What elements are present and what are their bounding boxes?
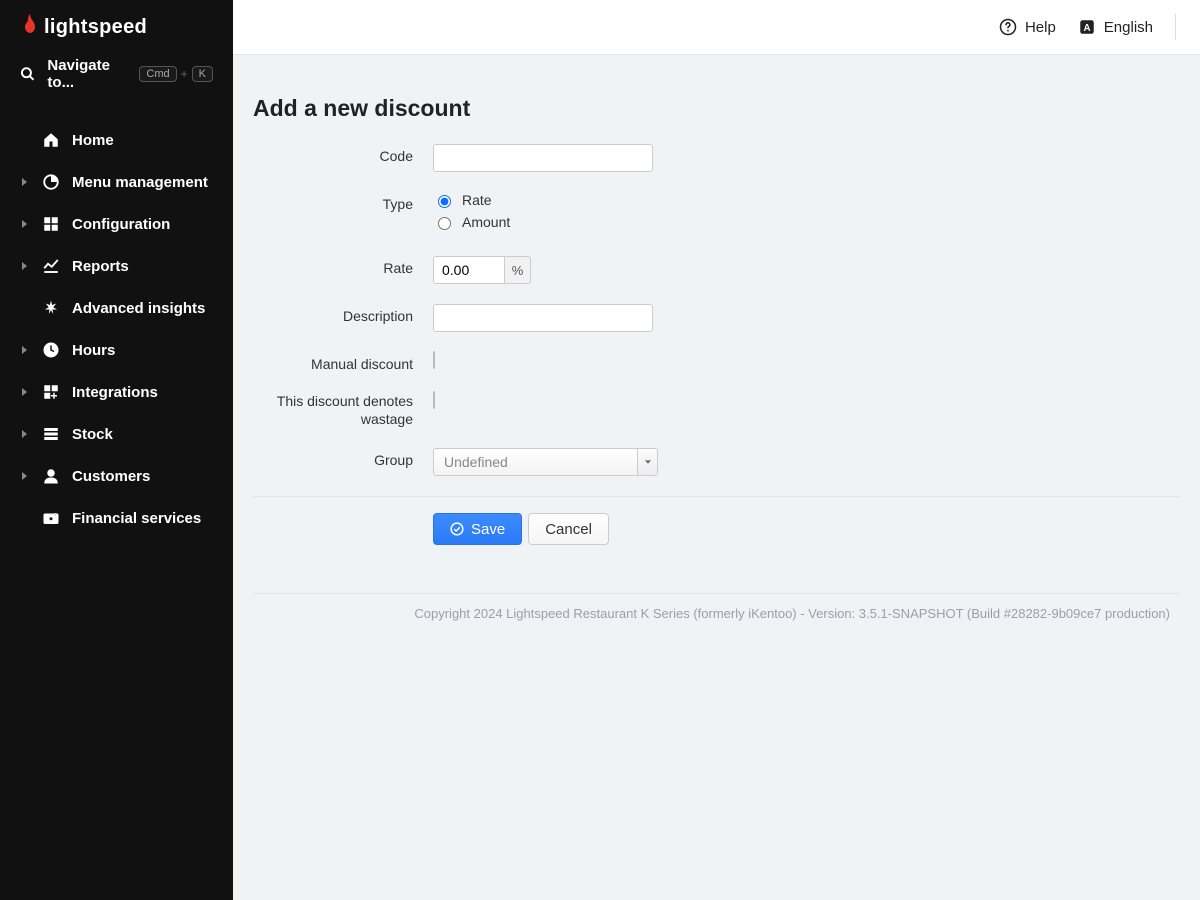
sidebar-item-menu-management[interactable]: Menu management: [0, 161, 233, 203]
nav: Home Menu management Configuration: [0, 105, 233, 539]
user-icon: [40, 465, 62, 487]
sidebar-item-configuration[interactable]: Configuration: [0, 203, 233, 245]
label-type: Type: [253, 192, 433, 212]
type-rate-label: Rate: [462, 192, 492, 208]
brand: lightspeed: [0, 0, 233, 47]
save-label: Save: [471, 521, 505, 538]
reports-icon: [40, 255, 62, 277]
divider: [1175, 14, 1176, 40]
sidebar-item-reports[interactable]: Reports: [0, 245, 233, 287]
sidebar-item-label: Reports: [72, 258, 129, 275]
home-icon: [40, 129, 62, 151]
divider: [253, 496, 1180, 497]
chevron-right-icon: [22, 430, 27, 438]
svg-text:A: A: [1083, 23, 1090, 34]
label-wastage: This discount denotes wastage: [253, 392, 433, 428]
cancel-button[interactable]: Cancel: [528, 513, 609, 545]
kbd-k: K: [192, 66, 213, 82]
chevron-right-icon: [22, 220, 27, 228]
discount-form: Code Type Rate Amount: [253, 144, 1180, 641]
chevron-down-icon: [637, 449, 657, 475]
sidebar-item-label: Advanced insights: [72, 300, 205, 317]
language-label: English: [1104, 19, 1153, 36]
integrations-icon: [40, 381, 62, 403]
label-manual-discount: Manual discount: [253, 352, 433, 372]
chevron-right-icon: [22, 262, 27, 270]
type-rate-option[interactable]: Rate: [433, 192, 1180, 208]
type-amount-label: Amount: [462, 214, 510, 230]
chevron-right-icon: [22, 178, 27, 186]
sidebar-item-financial-services[interactable]: Financial services: [0, 497, 233, 539]
financial-icon: [40, 507, 62, 529]
description-input[interactable]: [433, 304, 653, 332]
menu-icon: [40, 171, 62, 193]
sidebar-item-label: Customers: [72, 468, 150, 485]
divider: [253, 593, 1180, 594]
nav-search[interactable]: Navigate to... Cmd + K: [0, 47, 233, 105]
language-icon: A: [1078, 18, 1096, 36]
rate-unit: %: [505, 256, 531, 284]
chevron-right-icon: [22, 346, 27, 354]
sidebar-item-label: Integrations: [72, 384, 158, 401]
sidebar-item-customers[interactable]: Customers: [0, 455, 233, 497]
brand-text: lightspeed: [44, 16, 147, 38]
clock-icon: [40, 339, 62, 361]
sidebar-item-advanced-insights[interactable]: Advanced insights: [0, 287, 233, 329]
rate-input[interactable]: [433, 256, 505, 284]
label-description: Description: [253, 304, 433, 324]
sidebar-item-label: Home: [72, 132, 114, 149]
label-rate: Rate: [253, 256, 433, 276]
content: Add a new discount Code Type Rate: [233, 55, 1200, 641]
group-select[interactable]: Undefined: [433, 448, 658, 476]
footer-text: Copyright 2024 Lightspeed Restaurant K S…: [253, 606, 1180, 641]
search-icon: [20, 65, 35, 83]
insights-icon: [40, 297, 62, 319]
code-input[interactable]: [433, 144, 653, 172]
group-select-value: Undefined: [434, 449, 637, 475]
help-label: Help: [1025, 19, 1056, 36]
help-icon: [999, 18, 1017, 36]
sidebar-item-label: Stock: [72, 426, 113, 443]
main: Help A English Add a new discount Code T…: [233, 0, 1200, 900]
kbd-cmd: Cmd: [139, 66, 176, 82]
flame-icon: [20, 14, 40, 38]
type-amount-option[interactable]: Amount: [433, 214, 1180, 230]
stock-icon: [40, 423, 62, 445]
sidebar-item-integrations[interactable]: Integrations: [0, 371, 233, 413]
cancel-label: Cancel: [545, 521, 592, 538]
label-code: Code: [253, 144, 433, 164]
sidebar-item-label: Hours: [72, 342, 115, 359]
type-rate-radio[interactable]: [438, 195, 451, 208]
sidebar-item-label: Menu management: [72, 174, 208, 191]
language-selector[interactable]: A English: [1078, 18, 1153, 36]
config-icon: [40, 213, 62, 235]
manual-discount-checkbox[interactable]: [433, 351, 435, 369]
sidebar-item-home[interactable]: Home: [0, 119, 233, 161]
sidebar-item-hours[interactable]: Hours: [0, 329, 233, 371]
chevron-right-icon: [22, 388, 27, 396]
chevron-right-icon: [22, 472, 27, 480]
kbd-hint: Cmd + K: [139, 66, 213, 82]
wastage-checkbox[interactable]: [433, 391, 435, 409]
sidebar-item-label: Financial services: [72, 510, 201, 527]
label-group: Group: [253, 448, 433, 468]
help-link[interactable]: Help: [999, 18, 1056, 36]
page-title: Add a new discount: [253, 95, 1180, 122]
sidebar: lightspeed Navigate to... Cmd + K Home: [0, 0, 233, 900]
sidebar-item-stock[interactable]: Stock: [0, 413, 233, 455]
save-button[interactable]: Save: [433, 513, 522, 545]
nav-search-placeholder: Navigate to...: [47, 57, 127, 91]
sidebar-item-label: Configuration: [72, 216, 170, 233]
type-amount-radio[interactable]: [438, 217, 451, 230]
topbar: Help A English: [233, 0, 1200, 55]
check-circle-icon: [450, 522, 464, 536]
